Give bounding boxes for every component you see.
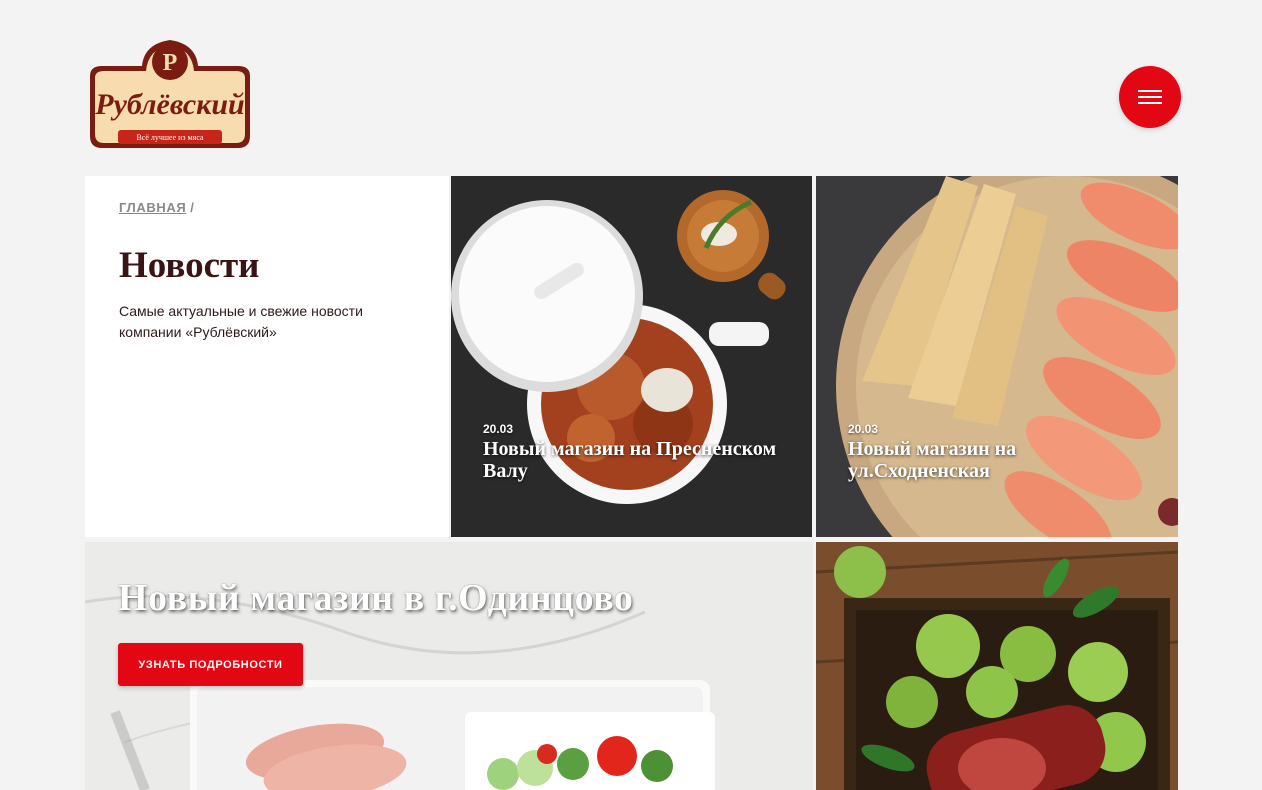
svg-text:Всё лучшее из мяса: Всё лучшее из мяса: [136, 133, 204, 142]
news-date: 20.03: [483, 422, 514, 436]
news-title: Новый магазин на ул.Сходненская: [848, 438, 1017, 482]
featured-banner: Новый магазин в г.Одинцово УЗНАТЬ ПОДРОБ…: [85, 542, 813, 790]
svg-text:Р: Р: [163, 50, 178, 76]
news-image-pears: [816, 542, 1178, 790]
banner-title: Новый магазин в г.Одинцово: [118, 577, 634, 619]
menu-button[interactable]: [1119, 66, 1181, 128]
news-card[interactable]: [816, 542, 1178, 790]
news-title: Новый магазин на Пресненском Валу: [483, 438, 777, 482]
news-image-pot: [451, 176, 812, 537]
news-card[interactable]: 20.03 Новый магазин на ул.Сходненская: [816, 176, 1178, 537]
breadcrumb-separator: /: [190, 200, 195, 215]
page-title: Новости: [119, 245, 260, 286]
breadcrumb: ГЛАВНАЯ /: [119, 200, 194, 215]
brand-logo[interactable]: Р Рублёвский Всё лучшее из мяса: [82, 36, 258, 156]
breadcrumb-home-link[interactable]: ГЛАВНАЯ: [119, 200, 186, 215]
learn-more-button[interactable]: УЗНАТЬ ПОДРОБНОСТИ: [118, 643, 303, 686]
page-description: Самые актуальные и свежие новости компан…: [119, 303, 363, 340]
hamburger-icon-line: [1138, 102, 1162, 104]
news-date: 20.03: [848, 422, 879, 436]
hamburger-icon-line: [1138, 96, 1162, 98]
hamburger-icon: [1138, 90, 1162, 92]
logo-emblem: Р Рублёвский Всё лучшее из мяса: [90, 40, 250, 148]
svg-text:Рублёвский: Рублёвский: [94, 88, 244, 121]
news-image-crackers: [816, 176, 1178, 537]
intro-panel: ГЛАВНАЯ / Новости Самые актуальные и свеж…: [85, 176, 449, 537]
news-card[interactable]: 20.03 Новый магазин на Пресненском Валу: [451, 176, 812, 537]
